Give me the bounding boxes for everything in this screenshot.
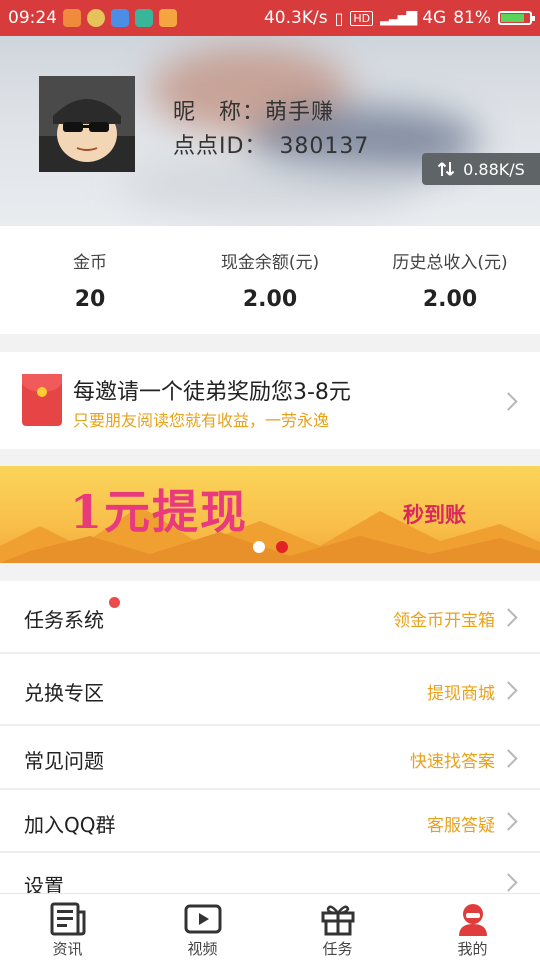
menu-item-label: 任务系统 xyxy=(24,608,104,632)
tab-label: 任务 xyxy=(322,940,353,958)
menu-item-join-qq-group[interactable]: 加入QQ群 客服答疑 xyxy=(0,790,540,851)
stat-label: 金币 xyxy=(73,253,107,273)
scan-icon xyxy=(135,9,153,27)
menu-item-task-system[interactable]: 任务系统 领金币开宝箱 xyxy=(0,581,540,652)
nickname-line: 昵 称：萌手赚 xyxy=(173,94,334,126)
profile-header: 昵 称：萌手赚 点点ID： 380137 0.88K/S xyxy=(0,36,540,226)
notification-app-icon xyxy=(159,9,177,27)
menu-item-exchange[interactable]: 兑换专区 提现商城 xyxy=(0,654,540,724)
stat-cash-balance[interactable]: 现金余额(元) 2.00 xyxy=(180,226,360,334)
hd-badge: HD xyxy=(350,10,374,26)
signal-icon: ▂▃▅▇ xyxy=(380,10,417,26)
stat-coins[interactable]: 金币 20 xyxy=(0,226,180,334)
chevron-right-icon xyxy=(499,749,518,768)
tab-label: 我的 xyxy=(457,940,488,958)
tab-tasks[interactable]: 任务 xyxy=(270,894,405,960)
menu-item-hint: 提现商城 xyxy=(427,684,495,704)
chevron-right-icon xyxy=(499,608,518,627)
nickname-label: 昵 称： xyxy=(173,100,266,125)
stat-label: 现金余额(元) xyxy=(220,253,320,273)
notification-app-icon xyxy=(87,9,105,27)
net-speed: 40.3K/s xyxy=(263,8,328,28)
menu-item-label: 兑换专区 xyxy=(24,681,104,705)
carousel-dot[interactable] xyxy=(253,541,265,553)
user-icon xyxy=(458,904,487,936)
menu-item-label: 常见问题 xyxy=(24,749,104,773)
carousel-dot[interactable] xyxy=(276,541,288,553)
menu-item-hint: 快速找答案 xyxy=(410,752,495,772)
banner-subtitle: 秒到账 xyxy=(403,502,466,527)
video-icon xyxy=(184,904,221,934)
gift-icon xyxy=(321,905,354,936)
avatar[interactable] xyxy=(39,76,135,172)
invite-card[interactable]: 每邀请一个徒弟奖励您3-8元 只要朋友阅读您就有收益，一劳永逸 xyxy=(0,352,540,449)
chevron-right-icon xyxy=(499,392,518,411)
battery-icon xyxy=(498,11,535,25)
chevron-right-icon xyxy=(499,812,518,831)
tab-label: 资讯 xyxy=(52,940,83,958)
tab-mine[interactable]: 我的 xyxy=(405,894,540,960)
invite-title: 每邀请一个徒弟奖励您3-8元 xyxy=(73,380,351,405)
stat-value: 20 xyxy=(74,287,106,312)
menu-item-hint: 客服答疑 xyxy=(427,816,495,836)
stat-value: 2.00 xyxy=(422,287,478,312)
tab-video[interactable]: 视频 xyxy=(135,894,270,960)
user-id-label: 点点ID： xyxy=(173,134,268,159)
user-id-line: 点点ID： 380137 xyxy=(173,128,369,160)
chevron-right-icon xyxy=(499,873,518,892)
status-time: 09:24 xyxy=(8,8,57,28)
notification-app-icon xyxy=(63,9,81,27)
bottom-tab-bar: 资讯 视频 任务 我的 xyxy=(0,893,540,960)
banner-title: 1元提现 xyxy=(70,485,249,539)
account-stats: 金币 20 现金余额(元) 2.00 历史总收入(元) 2.00 xyxy=(0,226,540,334)
notification-dot xyxy=(109,597,120,608)
user-id-value: 380137 xyxy=(279,134,370,159)
news-icon xyxy=(50,902,85,936)
chevron-right-icon xyxy=(499,681,518,700)
speed-value: 0.88K/S xyxy=(463,159,525,179)
menu-item-label: 加入QQ群 xyxy=(24,813,116,837)
stat-label: 历史总收入(元) xyxy=(392,253,508,273)
stat-value: 2.00 xyxy=(242,287,298,312)
transfer-arrows-icon xyxy=(437,162,455,176)
status-bar: 09:24 40.3K/s ▯ HD ▂▃▅▇ 4G 81% xyxy=(0,0,540,36)
menu-item-hint: 领金币开宝箱 xyxy=(393,611,495,631)
invite-subtitle: 只要朋友阅读您就有收益，一劳永逸 xyxy=(73,411,330,430)
network-type: 4G xyxy=(422,8,447,28)
nickname-value: 萌手赚 xyxy=(265,100,335,125)
menu-item-faq[interactable]: 常见问题 快速找答案 xyxy=(0,726,540,788)
battery-percent: 81% xyxy=(453,8,491,28)
vibrate-icon: ▯ xyxy=(334,8,344,28)
message-icon xyxy=(111,9,129,27)
menu-item-label: 设置 xyxy=(24,874,64,893)
stat-total-income[interactable]: 历史总收入(元) 2.00 xyxy=(360,226,540,334)
tab-label: 视频 xyxy=(187,940,218,958)
promo-banner[interactable]: 1元提现 秒到账 xyxy=(0,466,540,563)
red-envelope-icon xyxy=(22,374,62,426)
floating-speed-badge[interactable]: 0.88K/S xyxy=(422,153,540,185)
menu-item-settings[interactable]: 设置 xyxy=(0,853,540,893)
tab-news[interactable]: 资讯 xyxy=(0,894,135,960)
